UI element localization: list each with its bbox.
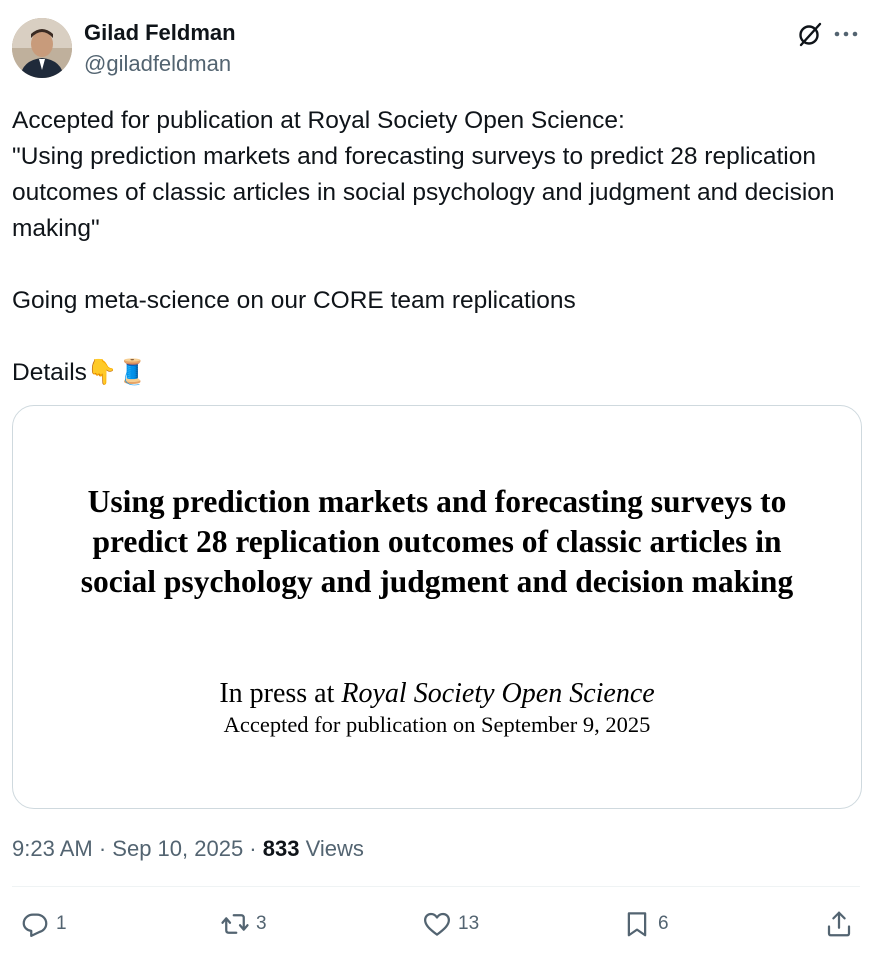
more-icon[interactable] [832,20,860,48]
share-icon [827,911,851,937]
retweet-count: 3 [256,913,267,934]
views-label: Views [305,836,364,861]
reply-icon [22,913,48,937]
meta-separator: · [243,836,263,861]
post-image-card[interactable]: Using prediction markets and forecasting… [12,405,862,809]
card-press-line: In press at Royal Society Open Science [13,678,861,710]
like-button[interactable]: 13 [422,906,479,942]
like-count: 13 [458,913,480,934]
heart-icon [424,912,450,936]
share-button[interactable] [824,906,854,942]
meta-separator: · [92,836,113,861]
avatar[interactable] [12,18,72,78]
post-line-accepted: Accepted for publication at Royal Societ… [12,107,625,134]
card-press-journal: Royal Society Open Science [341,678,655,709]
post-text: Accepted for publication at Royal Societ… [12,103,872,391]
grok-icon[interactable] [796,20,824,48]
bookmark-count: 6 [658,913,669,934]
details-label: Details [12,359,87,386]
bookmark-button[interactable]: 6 [622,906,669,942]
divider [12,886,860,887]
reply-count: 1 [56,913,67,934]
author-name[interactable]: Gilad Feldman [84,20,236,46]
post-meta: 9:23 AM · Sep 10, 2025 · 833 Views [12,836,364,862]
card-title: Using prediction markets and forecasting… [80,484,794,599]
post-time[interactable]: 9:23 AM [12,836,93,861]
details-emojis: 👇🧵 [86,359,148,386]
author-handle[interactable]: @giladfeldman [84,51,231,77]
views-count: 833 [262,836,300,861]
post-line-meta-science: Going meta-science on our CORE team repl… [12,287,576,314]
post-date[interactable]: Sep 10, 2025 [112,836,243,861]
bookmark-icon [627,912,647,937]
post-line-details: Details 👇🧵 [12,355,872,391]
card-press-prefix: In press at [219,678,342,709]
reply-button[interactable]: 1 [20,906,67,942]
retweet-icon [221,914,249,934]
card-accepted-date: Accepted for publication on September 9,… [223,712,651,737]
retweet-button[interactable]: 3 [220,906,267,942]
avatar-image [12,18,72,78]
post-line-title: "Using prediction markets and forecastin… [12,143,842,242]
